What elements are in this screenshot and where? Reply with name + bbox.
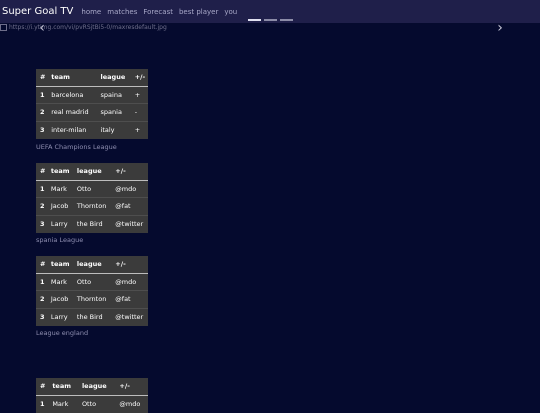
cell: barcelona [47, 85, 97, 104]
cell: the Bird [72, 214, 112, 233]
cell: - [130, 103, 148, 121]
table-row: 2 Jacob Thornton @fat [36, 290, 148, 308]
table-caption-1: UEFA Champions League [36, 143, 117, 151]
cell: @fat [111, 290, 148, 308]
cell: Thornton [72, 197, 112, 215]
cell: 2 [36, 290, 47, 308]
cell: Otto [72, 179, 112, 198]
col-number: # [36, 69, 48, 87]
cell: 3 [36, 120, 48, 139]
cell: 1 [36, 272, 47, 291]
table-row: 1 Mark Otto @mdo [36, 179, 148, 198]
cell: 1 [36, 394, 49, 413]
standings-table-4: # team league +/- 1 Mark Otto @mdo [36, 378, 148, 413]
nav-link-best-player[interactable]: best player [179, 8, 218, 16]
cell: @twitter [111, 214, 148, 233]
col-number: # [36, 256, 47, 274]
brand-link[interactable]: Super Goal TV [2, 6, 73, 17]
table-header-row: # team league +/- [36, 256, 148, 274]
col-team: team [47, 69, 97, 87]
table-row: 2 real madrid spania - [36, 103, 148, 121]
table-header-row: # team league +/- [36, 378, 148, 396]
cell: @mdo [115, 394, 148, 413]
cell: @mdo [111, 272, 148, 291]
carousel-indicator-2[interactable] [264, 19, 277, 21]
col-team: team [46, 163, 73, 181]
cell: italy [96, 120, 131, 139]
cell: Otto [72, 272, 112, 291]
carousel-image-alt: https://i.ytimg.com/vi/pvRSjtBi5-0/maxre… [9, 24, 167, 31]
table-header-row: # team league +/- [36, 163, 148, 181]
table-row: 1 barcelona spaina + [36, 85, 148, 104]
table-row: 3 Larry the Bird @twitter [36, 307, 148, 326]
cell: Jacob [46, 197, 73, 215]
col-plus-minus: +/- [130, 69, 148, 87]
table-header-row: # team league +/- [36, 69, 148, 87]
col-league: league [96, 69, 131, 87]
table-row: 2 Jacob Thornton @fat [36, 197, 148, 215]
cell: inter-milan [47, 120, 97, 139]
col-league: league [72, 256, 112, 274]
cell: Jacob [46, 290, 73, 308]
cell: the Bird [72, 307, 112, 326]
carousel-indicator-1[interactable] [248, 19, 261, 21]
cell: @fat [111, 197, 148, 215]
table-caption-2: spania League [36, 236, 84, 244]
col-plus-minus: +/- [115, 378, 148, 396]
col-team: team [48, 378, 78, 396]
cell: 3 [36, 307, 47, 326]
col-team: team [46, 256, 73, 274]
cell: Mark [46, 179, 73, 198]
cell: Larry [46, 214, 73, 233]
carousel-image: https://i.ytimg.com/vi/pvRSjtBi5-0/maxre… [0, 24, 167, 31]
standings-table-3: # team league +/- 1 Mark Otto @mdo 2 Jac… [36, 256, 148, 326]
col-plus-minus: +/- [111, 256, 148, 274]
cell: Mark [48, 394, 78, 413]
carousel-indicator-3[interactable] [280, 19, 293, 21]
table-row: 1 Mark Otto @mdo [36, 272, 148, 291]
nav-link-home[interactable]: home [81, 8, 101, 16]
table-row: 3 Larry the Bird @twitter [36, 214, 148, 233]
table-row: 1 Mark Otto @mdo [36, 394, 148, 413]
col-number: # [36, 378, 49, 396]
carousel-prev-icon[interactable]: ‹ [35, 20, 49, 36]
carousel-indicators [248, 19, 293, 21]
col-league: league [72, 163, 112, 181]
standings-table-1: # team league +/- 1 barcelona spaina + 2… [36, 69, 148, 139]
col-league: league [77, 378, 116, 396]
cell: Otto [77, 394, 116, 413]
nav-link-you[interactable]: you [224, 8, 237, 16]
cell: Thornton [72, 290, 112, 308]
cell: Larry [46, 307, 73, 326]
col-number: # [36, 163, 47, 181]
cell: 2 [36, 103, 48, 121]
standings-table-2: # team league +/- 1 Mark Otto @mdo 2 Jac… [36, 163, 148, 233]
cell: 2 [36, 197, 47, 215]
cell: 1 [36, 179, 47, 198]
cell: spaina [96, 85, 131, 104]
col-plus-minus: +/- [111, 163, 148, 181]
cell: spania [96, 103, 131, 121]
cell: 3 [36, 214, 47, 233]
cell: + [130, 120, 148, 139]
cell: 1 [36, 85, 48, 104]
table-caption-3: League england [36, 329, 89, 337]
nav-link-forecast[interactable]: Forecast [143, 8, 173, 16]
cell: @twitter [111, 307, 148, 326]
broken-image-icon [0, 24, 7, 31]
cell: real madrid [47, 103, 97, 121]
cell: + [130, 85, 148, 104]
carousel-next-icon[interactable]: › [493, 20, 507, 36]
table-row: 3 inter-milan italy + [36, 120, 148, 139]
cell: @mdo [111, 179, 148, 198]
nav-link-matches[interactable]: matches [107, 8, 137, 16]
cell: Mark [46, 272, 73, 291]
